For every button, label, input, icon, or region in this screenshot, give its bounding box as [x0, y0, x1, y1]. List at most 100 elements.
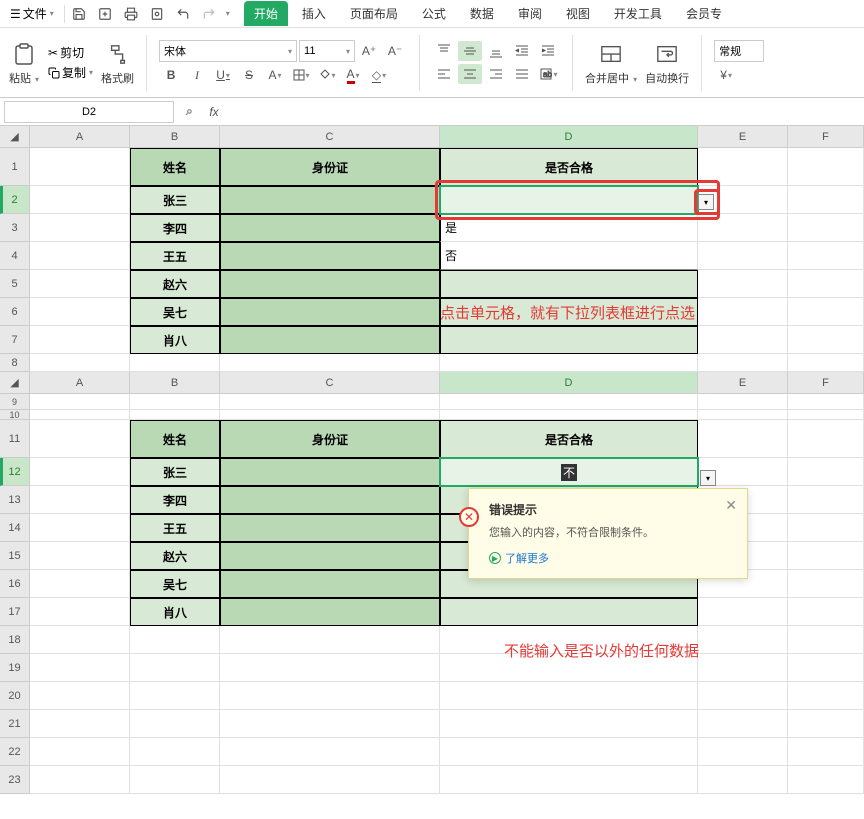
name-box[interactable]: D2 [4, 101, 174, 123]
cell[interactable] [30, 458, 130, 486]
cell[interactable] [30, 682, 130, 710]
cell-D-active-editing[interactable]: 不 [440, 458, 698, 486]
cell[interactable] [130, 626, 220, 654]
cell-F7[interactable] [788, 326, 864, 354]
qat-dropdown-icon[interactable]: ▾ [226, 9, 230, 18]
bold-button[interactable]: B [159, 65, 183, 85]
app-menu-button[interactable]: ☰ 文件 ▾ [4, 3, 60, 24]
cell-hdr-pass[interactable]: 是否合格 [440, 420, 698, 458]
row-header-1[interactable]: 1 [0, 148, 30, 186]
cell[interactable] [440, 410, 698, 420]
cell[interactable] [698, 420, 788, 458]
undo-icon[interactable] [173, 4, 193, 24]
cell-C7[interactable] [220, 326, 440, 354]
cell-F3[interactable] [788, 214, 864, 242]
cell-F6[interactable] [788, 298, 864, 326]
cell-C4[interactable] [220, 242, 440, 270]
formatpainter-group[interactable]: 格式刷 [101, 40, 134, 86]
row-header-4[interactable]: 4 [0, 242, 30, 270]
row-header-6[interactable]: 6 [0, 298, 30, 326]
cell-D5[interactable] [440, 270, 698, 298]
increase-font-icon[interactable]: A⁺ [357, 41, 381, 61]
cell[interactable] [698, 394, 788, 410]
cell-F1[interactable] [788, 148, 864, 186]
cell-B5[interactable]: 赵六 [130, 270, 220, 298]
cell-E8[interactable] [698, 354, 788, 372]
font-name-combo[interactable]: 宋体▾ [159, 40, 297, 62]
cancel-formula-icon[interactable] [178, 101, 202, 123]
cell[interactable] [30, 486, 130, 514]
close-icon[interactable]: ✕ [725, 497, 737, 514]
cell-A6[interactable] [30, 298, 130, 326]
row-header-11[interactable]: 11 [0, 420, 30, 458]
cell-E4[interactable] [698, 242, 788, 270]
cell[interactable] [440, 766, 698, 794]
cut-button[interactable]: ✂ 剪切 [48, 44, 93, 61]
print-icon[interactable] [121, 4, 141, 24]
col-header-A[interactable]: A [30, 372, 130, 394]
cell[interactable] [698, 766, 788, 794]
cell[interactable] [698, 738, 788, 766]
cell[interactable] [698, 626, 788, 654]
justify-icon[interactable] [510, 64, 534, 84]
col-header-F[interactable]: F [788, 372, 864, 394]
formula-input[interactable] [226, 101, 864, 123]
cell[interactable] [788, 626, 864, 654]
col-header-F[interactable]: F [788, 126, 864, 148]
cell[interactable] [30, 598, 130, 626]
align-left-icon[interactable] [432, 64, 456, 84]
row-header-21[interactable]: 21 [0, 710, 30, 738]
cell[interactable] [220, 738, 440, 766]
cell-F4[interactable] [788, 242, 864, 270]
cell[interactable] [698, 710, 788, 738]
cell[interactable] [220, 410, 440, 420]
row-header-9[interactable]: 9 [0, 394, 30, 410]
cell-B6[interactable]: 吴七 [130, 298, 220, 326]
cell-name-4[interactable]: 赵六 [130, 542, 220, 570]
cell[interactable] [30, 542, 130, 570]
cell-C1[interactable]: 身份证 [220, 148, 440, 186]
row-header-17[interactable]: 17 [0, 598, 30, 626]
cell-F2[interactable] [788, 186, 864, 214]
align-middle-icon[interactable] [458, 41, 482, 61]
cell[interactable] [30, 766, 130, 794]
border-button[interactable]: ▾ [289, 65, 313, 85]
cell[interactable] [788, 738, 864, 766]
cell-C2[interactable] [220, 186, 440, 214]
col-header-B[interactable]: B [130, 126, 220, 148]
cell-F8[interactable] [788, 354, 864, 372]
cell[interactable] [788, 514, 864, 542]
cell-A7[interactable] [30, 326, 130, 354]
cell-name-5[interactable]: 吴七 [130, 570, 220, 598]
tab-formula[interactable]: 公式 [412, 1, 456, 26]
cell[interactable] [30, 420, 130, 458]
cell[interactable] [30, 710, 130, 738]
cell-D7[interactable] [440, 326, 698, 354]
cell[interactable] [30, 654, 130, 682]
cell-E5[interactable] [698, 270, 788, 298]
dropdown-option-yes[interactable]: 是 [440, 214, 698, 242]
cell[interactable] [220, 458, 440, 486]
cell[interactable] [30, 738, 130, 766]
tab-start[interactable]: 开始 [244, 1, 288, 26]
cell[interactable] [130, 410, 220, 420]
cell[interactable] [220, 394, 440, 410]
row-header-13[interactable]: 13 [0, 486, 30, 514]
row-header-22[interactable]: 22 [0, 738, 30, 766]
cell-B1[interactable]: 姓名 [130, 148, 220, 186]
cell[interactable] [130, 738, 220, 766]
cell[interactable] [130, 682, 220, 710]
cell-B7[interactable]: 肖八 [130, 326, 220, 354]
cell[interactable] [30, 410, 130, 420]
cell[interactable] [130, 710, 220, 738]
cell[interactable] [220, 542, 440, 570]
cell-C3[interactable] [220, 214, 440, 242]
dropdown-handle[interactable]: ▾ [700, 470, 716, 486]
cell[interactable] [788, 410, 864, 420]
row-header-14[interactable]: 14 [0, 514, 30, 542]
cell-B4[interactable]: 王五 [130, 242, 220, 270]
cell-E7[interactable] [698, 326, 788, 354]
row-header-20[interactable]: 20 [0, 682, 30, 710]
paste-group[interactable]: 粘贴 ▾ [8, 40, 40, 86]
font-size-combo[interactable]: 11▾ [299, 40, 355, 62]
